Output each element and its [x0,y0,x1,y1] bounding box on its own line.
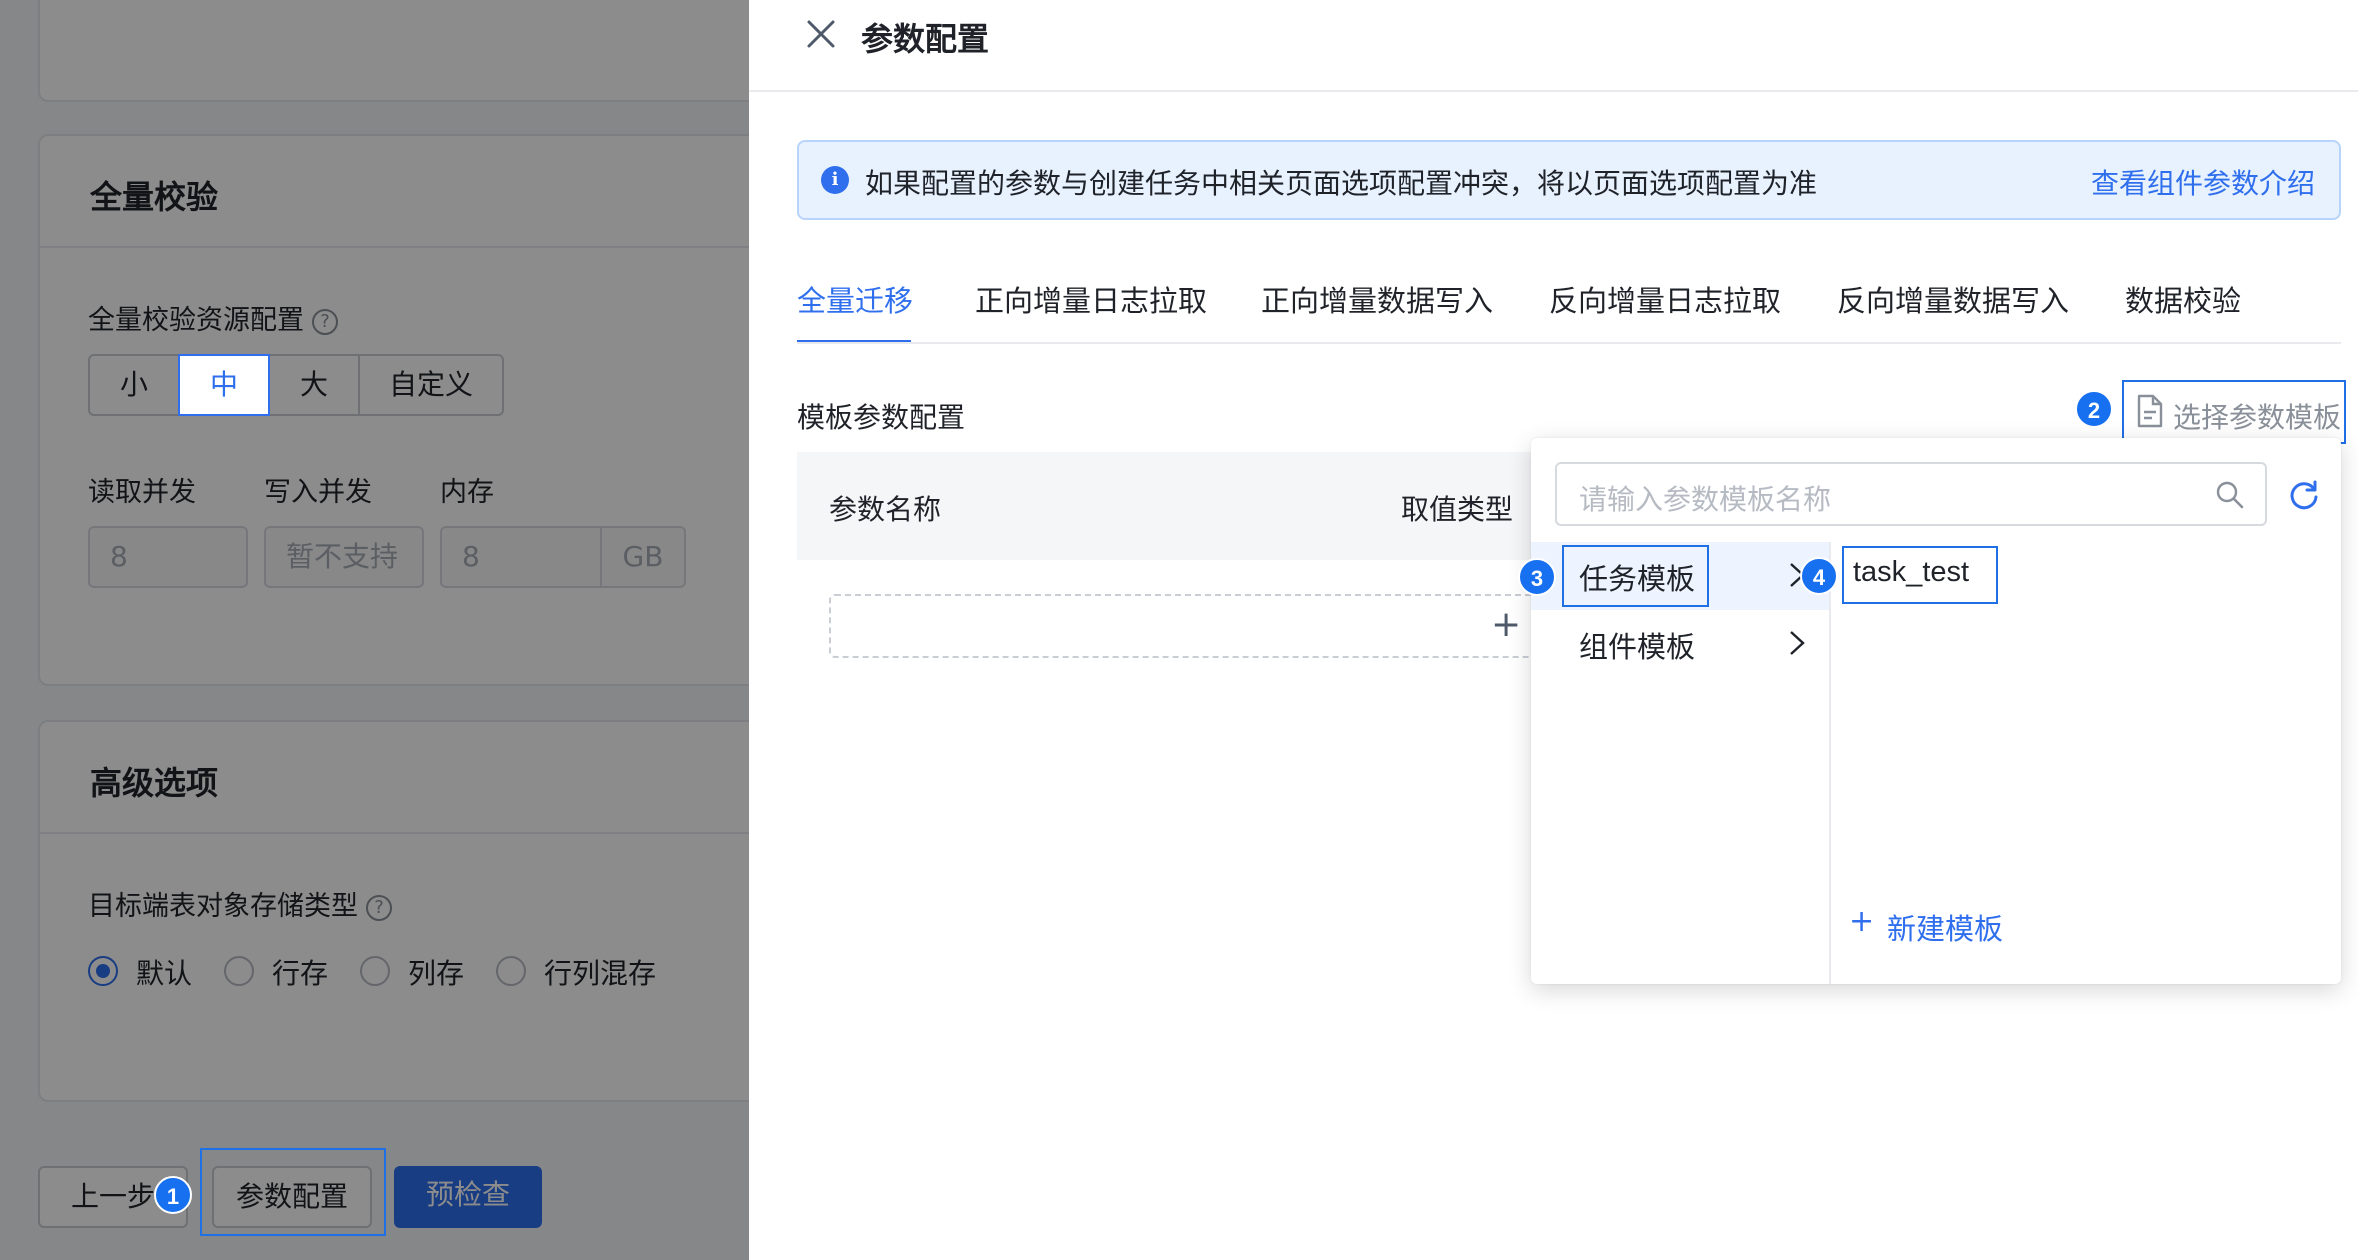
highlight-task-test [1842,546,1998,604]
template-popover: 请输入参数模板名称 任务模板 组件模板 task_test + 新建模板 [1531,438,2341,984]
file-icon[interactable] [2135,394,2165,428]
tab-forward-data-write[interactable]: 正向增量数据写入 [1261,278,1493,320]
plus-icon: + [1491,604,1522,645]
tab-reverse-log-pull[interactable]: 反向增量日志拉取 [1549,278,1781,320]
modal-mask[interactable] [0,0,749,1260]
template-search-input[interactable]: 请输入参数模板名称 [1555,462,2267,526]
tab-full-migration[interactable]: 全量迁移 [797,278,913,320]
search-placeholder: 请输入参数模板名称 [1579,483,1832,516]
component-param-link[interactable]: 查看组件参数介绍 [2091,162,2315,202]
search-icon[interactable] [2215,480,2245,510]
close-icon[interactable] [803,16,839,52]
tabs-divider [797,342,2341,344]
column-value-type: 取值类型 [1401,493,1514,526]
step-badge-3: 3 [1518,558,1556,596]
tab-forward-log-pull[interactable]: 正向增量日志拉取 [975,278,1207,320]
new-template-plus-icon[interactable]: + [1849,904,1874,939]
section-title: 模板参数配置 [797,401,966,434]
notice-bar: i 如果配置的参数与创建任务中相关页面选项配置冲突，将以页面选项配置为准 查看组… [797,140,2341,220]
step-badge-4: 4 [1800,557,1838,595]
category-list: 任务模板 组件模板 [1531,542,1831,984]
size-medium-button[interactable]: 中 [178,354,270,416]
highlight-param-config [200,1148,386,1236]
tab-data-check[interactable]: 数据校验 [2125,278,2241,320]
select-template-button[interactable]: 选择参数模板 [2173,396,2341,436]
refresh-icon[interactable] [2287,478,2321,512]
tab-reverse-data-write[interactable]: 反向增量数据写入 [1837,278,2069,320]
step-badge-2: 2 [2075,390,2113,428]
step-badge-1: 1 [154,1176,192,1214]
header-divider [749,90,2358,92]
info-icon: i [821,166,849,194]
chevron-right-icon [1785,628,1809,658]
notice-text: 如果配置的参数与创建任务中相关页面选项配置冲突，将以页面选项配置为准 [865,167,1818,200]
highlight-task-template [1562,545,1709,607]
new-template-button[interactable]: 新建模板 [1887,906,2003,948]
category-component-template[interactable]: 组件模板 [1579,624,1695,666]
drawer-title: 参数配置 [861,20,990,58]
column-param-name: 参数名称 [829,493,942,526]
